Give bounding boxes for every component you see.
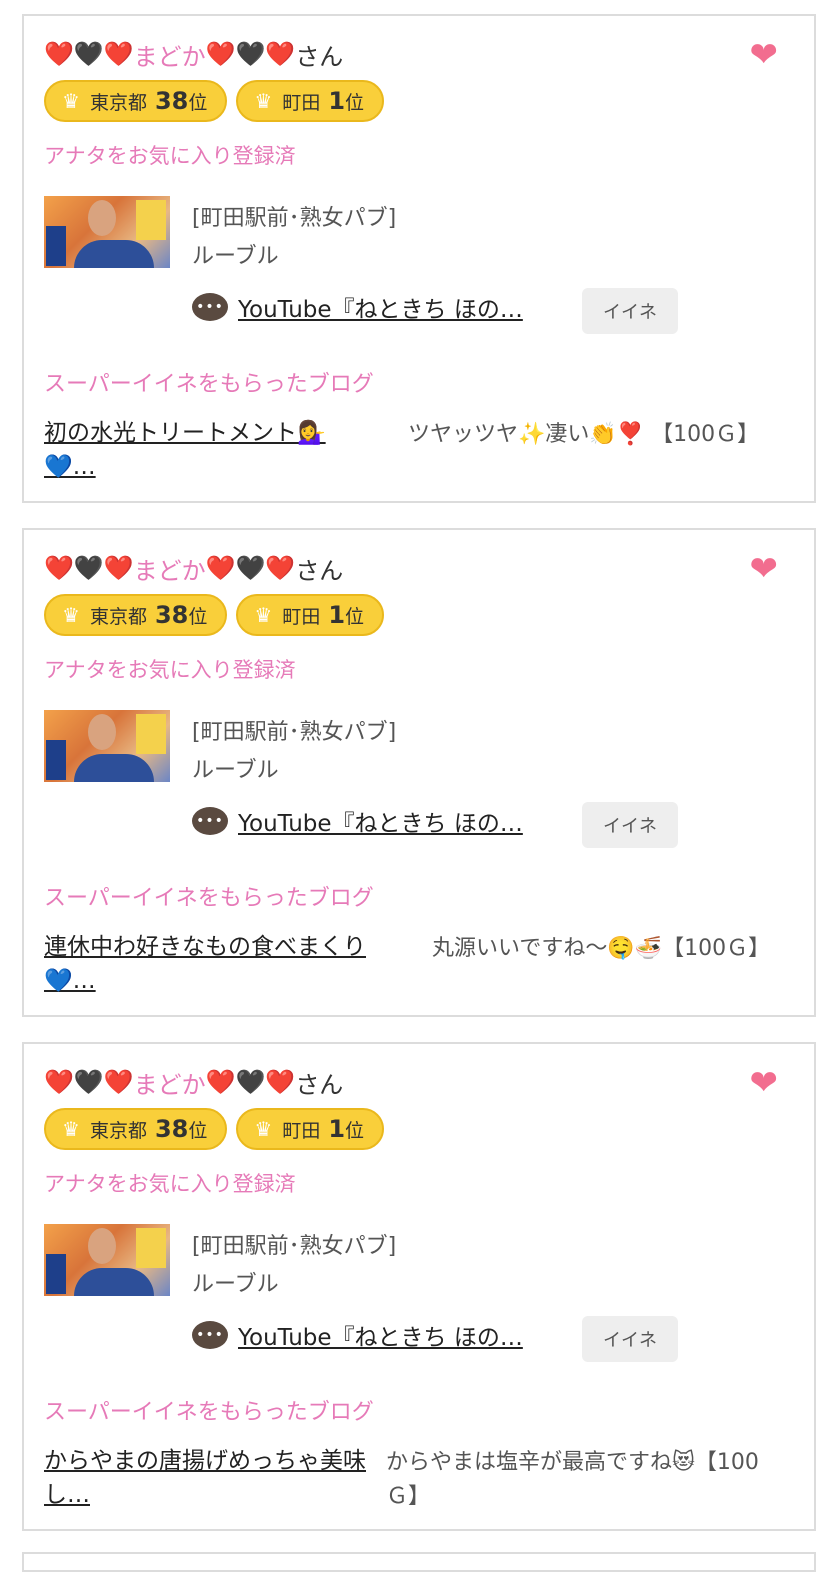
crown-icon: ♛ xyxy=(62,603,80,627)
rank-number: 1 xyxy=(328,87,346,115)
name-prefix-emoji: ❤️🖤❤️ xyxy=(44,554,134,582)
user-nickname: まどか xyxy=(133,556,206,585)
name-prefix-emoji: ❤️🖤❤️ xyxy=(44,40,134,68)
shop-category: [町田駅前･熟女パブ] xyxy=(192,206,397,231)
blog-title-link[interactable]: からやまの唐揚げめっちゃ美味し… xyxy=(44,1444,374,1512)
next-card-edge xyxy=(22,1552,816,1572)
shop-category: [町田駅前･熟女パブ] xyxy=(192,1234,397,1259)
rank-suffix: 位 xyxy=(188,1119,208,1142)
user-nickname: まどか xyxy=(133,42,206,71)
super-iine-heading: スーパーイイネをもらったブログ xyxy=(44,372,374,397)
honorific: さん xyxy=(295,1070,344,1099)
blog-comment: からやまは塩辛が最高ですね😻【100Ｇ】 xyxy=(386,1450,759,1509)
comment-link[interactable]: YouTube『ねときち ほの… xyxy=(238,804,523,838)
comment-row: ••• YouTube『ねときち ほの… xyxy=(192,1318,523,1352)
rank-suffix: 位 xyxy=(345,1119,365,1142)
comment-link[interactable]: YouTube『ねときち ほの… xyxy=(238,1318,523,1352)
super-iine-heading: スーパーイイネをもらったブログ xyxy=(44,1400,374,1425)
rank-suffix: 位 xyxy=(345,605,365,628)
blog-comment: 丸源いいですね〜🤤🍜【100Ｇ】 xyxy=(432,936,771,961)
comment-bubble-icon: ••• xyxy=(192,1321,228,1349)
rank-region: 東京都 xyxy=(89,605,147,628)
shop-name: ルーブル xyxy=(192,244,279,269)
rank-badge-region[interactable]: ♛ 東京都 38 位 xyxy=(44,80,228,122)
favorite-user-card: ❤️🖤❤️ まどか ❤️🖤❤️ さん ❤ ♛ 東京都 38 位 ♛ 町田 1 位… xyxy=(22,528,816,1017)
rank-number: 1 xyxy=(328,1115,346,1143)
honorific: さん xyxy=(295,556,344,585)
shop-name: ルーブル xyxy=(192,758,279,783)
blog-title-link[interactable]: 連休中わ好きなもの食べまくり💙… xyxy=(44,930,404,998)
rank-region: 町田 xyxy=(282,91,321,114)
user-name[interactable]: ❤️🖤❤️ まどか ❤️🖤❤️ さん xyxy=(44,36,343,72)
name-suffix-emoji: ❤️🖤❤️ xyxy=(205,554,296,582)
comment-bubble-icon: ••• xyxy=(192,293,228,321)
shop-info: [町田駅前･熟女パブ] ルーブル xyxy=(192,200,396,276)
name-prefix-emoji: ❤️🖤❤️ xyxy=(44,1068,134,1096)
rank-number: 38 xyxy=(154,87,189,115)
crown-icon: ♛ xyxy=(62,1117,80,1141)
iine-button[interactable]: イイネ xyxy=(582,802,678,848)
profile-thumbnail[interactable] xyxy=(44,196,170,268)
name-suffix-emoji: ❤️🖤❤️ xyxy=(205,1068,296,1096)
rank-badge-region[interactable]: ♛ 東京都 38 位 xyxy=(44,594,228,636)
favorite-status: アナタをお気に入り登録済 xyxy=(44,658,296,682)
rank-region: 東京都 xyxy=(89,91,147,114)
crown-icon: ♛ xyxy=(254,603,273,627)
rank-badges: ♛ 東京都 38 位 ♛ 町田 1 位 xyxy=(44,80,385,122)
blog-title-link[interactable]: 初の水光トリートメント💁‍♀️💙… xyxy=(44,416,374,484)
favorite-status: アナタをお気に入り登録済 xyxy=(44,1172,296,1196)
super-iine-heading: スーパーイイネをもらったブログ xyxy=(44,886,374,911)
comment-row: ••• YouTube『ねときち ほの… xyxy=(192,804,523,838)
favorite-user-card: ❤️🖤❤️ まどか ❤️🖤❤️ さん ❤ ♛ 東京都 38 位 ♛ 町田 1 位… xyxy=(22,1042,816,1531)
blog-comment: ツヤッツヤ✨凄い👏❣️ 【100Ｇ】 xyxy=(408,422,760,447)
crown-icon: ♛ xyxy=(62,89,80,113)
shop-name: ルーブル xyxy=(192,1272,279,1297)
rank-badges: ♛ 東京都 38 位 ♛ 町田 1 位 xyxy=(44,594,385,636)
iine-button[interactable]: イイネ xyxy=(582,288,678,334)
favorite-heart-icon[interactable]: ❤ xyxy=(750,1066,779,1100)
favorite-status: アナタをお気に入り登録済 xyxy=(44,144,296,168)
user-name[interactable]: ❤️🖤❤️ まどか ❤️🖤❤️ さん xyxy=(44,550,343,586)
rank-region: 町田 xyxy=(282,605,321,628)
crown-icon: ♛ xyxy=(254,89,273,113)
profile-thumbnail[interactable] xyxy=(44,1224,170,1296)
profile-thumbnail[interactable] xyxy=(44,710,170,782)
favorite-heart-icon[interactable]: ❤ xyxy=(750,38,779,72)
user-name[interactable]: ❤️🖤❤️ まどか ❤️🖤❤️ さん xyxy=(44,1064,343,1100)
rank-badge-area[interactable]: ♛ 町田 1 位 xyxy=(236,594,385,636)
rank-badge-area[interactable]: ♛ 町田 1 位 xyxy=(236,80,385,122)
rank-number: 38 xyxy=(154,1115,189,1143)
rank-region: 町田 xyxy=(282,1119,321,1142)
rank-suffix: 位 xyxy=(345,91,365,114)
shop-info: [町田駅前･熟女パブ] ルーブル xyxy=(192,714,396,790)
rank-badges: ♛ 東京都 38 位 ♛ 町田 1 位 xyxy=(44,1108,385,1150)
honorific: さん xyxy=(295,42,344,71)
rank-badge-region[interactable]: ♛ 東京都 38 位 xyxy=(44,1108,228,1150)
rank-suffix: 位 xyxy=(188,605,208,628)
rank-suffix: 位 xyxy=(188,91,208,114)
comment-row: ••• YouTube『ねときち ほの… xyxy=(192,290,523,324)
user-nickname: まどか xyxy=(133,1070,206,1099)
comment-link[interactable]: YouTube『ねときち ほの… xyxy=(238,290,523,324)
shop-category: [町田駅前･熟女パブ] xyxy=(192,720,397,745)
iine-button[interactable]: イイネ xyxy=(582,1316,678,1362)
comment-bubble-icon: ••• xyxy=(192,807,228,835)
shop-info: [町田駅前･熟女パブ] ルーブル xyxy=(192,1228,396,1304)
rank-number: 1 xyxy=(328,601,346,629)
name-suffix-emoji: ❤️🖤❤️ xyxy=(205,40,296,68)
crown-icon: ♛ xyxy=(254,1117,273,1141)
favorite-heart-icon[interactable]: ❤ xyxy=(750,552,779,586)
favorite-user-card: ❤️🖤❤️ まどか ❤️🖤❤️ さん ❤ ♛ 東京都 38 位 ♛ 町田 1 位… xyxy=(22,14,816,503)
rank-region: 東京都 xyxy=(89,1119,147,1142)
rank-number: 38 xyxy=(154,601,189,629)
rank-badge-area[interactable]: ♛ 町田 1 位 xyxy=(236,1108,385,1150)
